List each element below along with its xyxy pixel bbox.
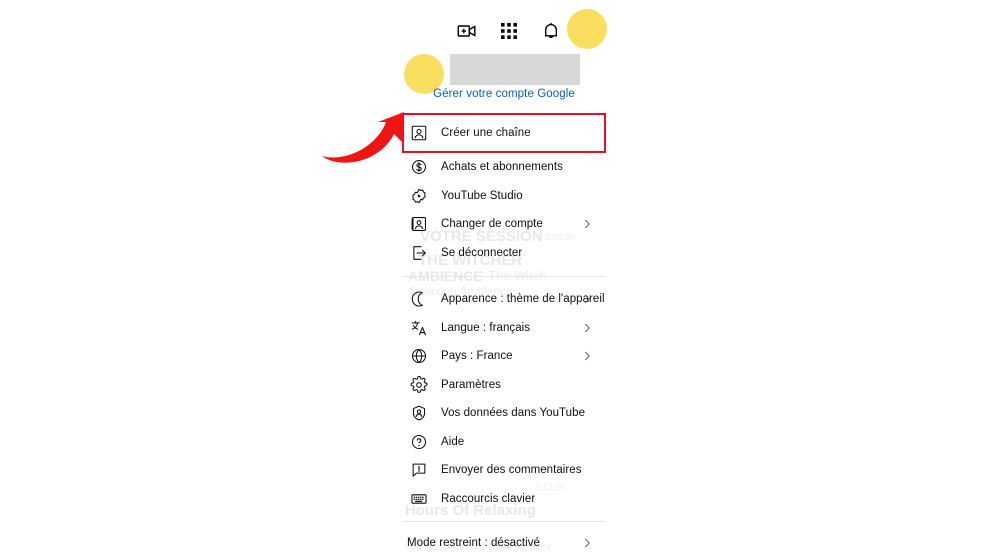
menu-item-studio-gear[interactable]: YouTube Studio bbox=[402, 182, 606, 211]
avatar-topbar[interactable] bbox=[567, 9, 607, 49]
menu-item-label: Créer une chaîne bbox=[441, 127, 531, 139]
menu-item-label: YouTube Studio bbox=[441, 189, 523, 202]
menu-item-label: Raccourcis clavier bbox=[441, 492, 536, 505]
moon-icon bbox=[407, 287, 431, 311]
menu-group: Créer une chaîne Achats et abonnements You… bbox=[402, 113, 606, 267]
menu-item-shield-person[interactable]: Vos données dans YouTube bbox=[402, 399, 606, 428]
menu-item-label: Achats et abonnements bbox=[441, 161, 563, 174]
red-pointer-arrow bbox=[318, 108, 414, 168]
menu-item-label: Aide bbox=[441, 435, 465, 448]
menu-item-label: Mode restreint : désactivé bbox=[407, 537, 540, 550]
menu-item-label: Changer de compte bbox=[441, 218, 543, 231]
menu-item-label: Langue : français bbox=[441, 321, 531, 334]
manage-google-account-link[interactable]: Gérer votre compte Google bbox=[402, 88, 606, 100]
menu-item-moon[interactable]: Apparence : thème de l'appareil bbox=[402, 285, 606, 314]
create-video-icon[interactable] bbox=[455, 19, 479, 43]
menu-item-label: Pays : France bbox=[441, 350, 513, 363]
menu-item-translate[interactable]: Langue : français bbox=[402, 314, 606, 343]
account-name-redacted bbox=[450, 54, 580, 85]
menu-item-account-box[interactable]: Créer une chaîne bbox=[402, 113, 606, 153]
chevron-right-icon bbox=[581, 537, 593, 549]
menu-item-label: Paramètres bbox=[441, 378, 501, 391]
menu-divider bbox=[402, 276, 606, 277]
menu-item-dollar-circle[interactable]: Achats et abonnements bbox=[402, 153, 606, 182]
help-circle-icon bbox=[407, 430, 431, 454]
shield-person-icon bbox=[407, 401, 431, 425]
translate-icon bbox=[407, 316, 431, 340]
menu-group: Apparence : thème de l'appareil Langue : … bbox=[402, 285, 606, 513]
menu-item-label: Envoyer des commentaires bbox=[441, 464, 582, 477]
globe-icon bbox=[407, 344, 431, 368]
account-menu-panel: Créer une chaîne Achats et abonnements You… bbox=[402, 113, 606, 560]
menu-item-globe[interactable]: Pays : France bbox=[402, 342, 606, 371]
menu-item-help-circle[interactable]: Aide bbox=[402, 428, 606, 457]
dollar-circle-icon bbox=[407, 155, 431, 179]
menu-item-feedback[interactable]: Envoyer des commentaires bbox=[402, 456, 606, 485]
menu-item-label: Se déconnecter bbox=[441, 246, 523, 259]
account-header: Gérer votre compte Google bbox=[402, 48, 606, 106]
switch-account-icon bbox=[407, 212, 431, 236]
menu-item-mode-restreint[interactable]: Mode restreint : désactivé bbox=[402, 529, 606, 558]
feedback-icon bbox=[407, 458, 431, 482]
keyboard-icon bbox=[407, 487, 431, 511]
menu-group: Mode restreint : désactivé bbox=[402, 529, 606, 558]
notifications-bell-icon[interactable] bbox=[539, 19, 563, 43]
menu-item-keyboard[interactable]: Raccourcis clavier bbox=[402, 485, 606, 514]
chevron-right-icon bbox=[581, 293, 593, 305]
chevron-right-icon bbox=[581, 322, 593, 334]
chevron-right-icon bbox=[581, 218, 593, 230]
sign-out-icon bbox=[407, 241, 431, 265]
menu-item-settings-gear[interactable]: Paramètres bbox=[402, 371, 606, 400]
menu-divider bbox=[402, 521, 606, 522]
settings-gear-icon bbox=[407, 373, 431, 397]
account-box-icon bbox=[407, 121, 431, 145]
chevron-right-icon bbox=[581, 350, 593, 362]
menu-item-label: Vos données dans YouTube bbox=[441, 407, 586, 420]
studio-gear-icon bbox=[407, 184, 431, 208]
menu-item-sign-out[interactable]: Se déconnecter bbox=[402, 239, 606, 268]
menu-item-switch-account[interactable]: Changer de compte bbox=[402, 210, 606, 239]
apps-grid-icon[interactable] bbox=[497, 19, 521, 43]
arrow-shape bbox=[322, 112, 404, 163]
